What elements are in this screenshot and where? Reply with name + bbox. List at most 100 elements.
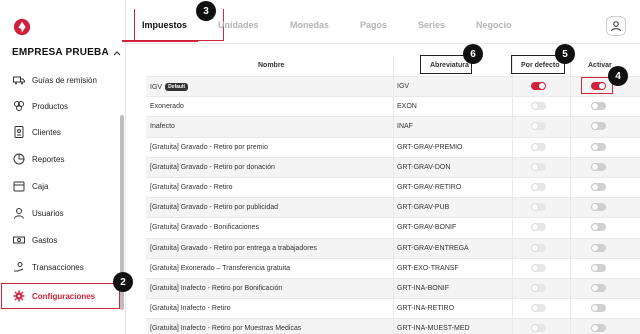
default-toggle[interactable] bbox=[531, 182, 546, 191]
default-toggle[interactable] bbox=[531, 82, 546, 90]
tax-name-text: IGV bbox=[150, 84, 163, 91]
sidebar: EMPRESA PRUEBA Guías de remisión Product… bbox=[0, 0, 126, 334]
tax-name: [Gratuita] Inafecto - Retiro por Muestra… bbox=[150, 325, 301, 332]
tax-name-text: [Gratuita] Gravado - Retiro por donación bbox=[150, 163, 275, 171]
company-name: EMPRESA PRUEBA bbox=[12, 47, 109, 58]
tax-name: Inafecto bbox=[150, 123, 175, 130]
column-divider bbox=[570, 56, 571, 334]
default-badge: Default bbox=[165, 83, 189, 91]
sidebar-item-gastos[interactable]: Gastos bbox=[0, 228, 120, 252]
default-toggle[interactable] bbox=[531, 203, 546, 212]
tab-label: Negocio bbox=[476, 20, 512, 30]
user-menu-button[interactable] bbox=[606, 16, 626, 36]
money-icon bbox=[13, 236, 25, 244]
active-toggle[interactable] bbox=[591, 182, 606, 191]
active-toggle[interactable] bbox=[591, 304, 606, 313]
sidebar-item-label: Transacciones bbox=[32, 262, 84, 272]
id-card-icon bbox=[14, 126, 24, 138]
tax-name-text: [Gratuita] Inafecto - Retiro por Muestra… bbox=[150, 325, 302, 333]
active-toggle[interactable] bbox=[591, 122, 606, 131]
default-toggle[interactable] bbox=[531, 223, 546, 232]
tax-name-text: [Gratuita] Gravado - Retiro por premio bbox=[150, 143, 268, 151]
configuraciones-highlight bbox=[1, 283, 120, 309]
tab-negocio[interactable]: Negocio bbox=[476, 20, 512, 30]
tab-monedas[interactable]: Monedas bbox=[290, 20, 329, 30]
sidebar-item-guias[interactable]: Guías de remisión bbox=[0, 68, 120, 92]
default-toggle[interactable] bbox=[531, 263, 546, 272]
sidebar-item-label: Guías de remisión bbox=[32, 75, 97, 85]
tax-abbreviation: GRT-INA-RETIRO bbox=[397, 305, 455, 313]
sidebar-item-label: Clientes bbox=[32, 127, 61, 137]
tab-pagos[interactable]: Pagos bbox=[360, 20, 387, 30]
default-toggle[interactable] bbox=[531, 304, 546, 313]
company-logo-icon[interactable] bbox=[13, 18, 31, 36]
tax-abbreviation: EXON bbox=[397, 103, 417, 111]
default-toggle[interactable] bbox=[531, 324, 546, 333]
tax-name: [Gratuita] Gravado - Retiro bbox=[150, 184, 232, 191]
tax-name: [Gratuita] Gravado - Retiro por entrega … bbox=[150, 245, 317, 252]
default-toggle[interactable] bbox=[531, 122, 546, 131]
active-toggle[interactable] bbox=[591, 324, 606, 333]
default-toggle[interactable] bbox=[531, 102, 546, 111]
active-toggle[interactable] bbox=[591, 243, 606, 252]
sidebar-item-label: Productos bbox=[32, 101, 69, 111]
active-toggle[interactable] bbox=[591, 162, 606, 171]
default-toggle[interactable] bbox=[531, 243, 546, 252]
default-toggle[interactable] bbox=[531, 142, 546, 151]
tab-series[interactable]: Series bbox=[418, 20, 445, 30]
active-toggle[interactable] bbox=[591, 263, 606, 272]
sidebar-item-label: Caja bbox=[32, 181, 49, 191]
tax-name: [Gratuita] Inafecto - Retiro por Bonific… bbox=[150, 285, 282, 292]
callout-badge: 5 bbox=[555, 44, 575, 64]
tax-name: Exonerado bbox=[150, 103, 184, 110]
tax-abbreviation: GRT-EXO-TRANSF bbox=[397, 264, 459, 272]
sidebar-item-caja[interactable]: Caja bbox=[0, 174, 120, 198]
tax-abbreviation: GRT-GRAV-PUB bbox=[397, 204, 450, 212]
company-selector[interactable]: EMPRESA PRUEBA bbox=[12, 47, 122, 58]
sidebar-item-label: Gastos bbox=[32, 235, 58, 245]
sidebar-item-clientes[interactable]: Clientes bbox=[0, 120, 120, 144]
tab-unidades[interactable]: Unidades bbox=[218, 20, 259, 30]
tax-name-text: [Gratuita] Gravado - Retiro bbox=[150, 183, 233, 191]
active-toggle[interactable] bbox=[591, 283, 606, 292]
active-toggle[interactable] bbox=[591, 223, 606, 232]
tax-abbreviation: GRT-GRAV-ENTREGA bbox=[397, 244, 469, 252]
tax-name-text: Exonerado bbox=[150, 103, 184, 111]
tax-abbreviation: GRT-INA-BONIF bbox=[397, 284, 449, 292]
active-tab-underline bbox=[122, 40, 198, 42]
tax-name-text: [Gratuita] Gravado - Retiro por publicid… bbox=[150, 204, 279, 212]
column-divider bbox=[393, 56, 394, 334]
tax-abbreviation: GRT-GRAV-PREMIO bbox=[397, 143, 463, 151]
header-nombre: Nombre bbox=[258, 62, 285, 69]
tab-label: Series bbox=[418, 20, 446, 30]
tax-name: [Gratuita] Exonerado – Transferencia gra… bbox=[150, 265, 290, 272]
active-toggle[interactable] bbox=[591, 142, 606, 151]
cash-register-icon bbox=[13, 181, 25, 192]
taxes-table: Nombre Abreviatura Por defecto Activar I… bbox=[146, 56, 640, 334]
tax-name: [Gratuita] Gravado - Retiro por publicid… bbox=[150, 204, 278, 211]
column-divider bbox=[512, 56, 513, 334]
pie-chart-icon bbox=[13, 153, 25, 165]
sidebar-item-usuarios[interactable]: Usuarios bbox=[0, 201, 120, 225]
sidebar-item-transacciones[interactable]: Transacciones bbox=[0, 255, 120, 279]
user-icon bbox=[14, 208, 24, 219]
default-toggle[interactable] bbox=[531, 162, 546, 171]
default-toggle[interactable] bbox=[531, 283, 546, 292]
callout-badge: 4 bbox=[608, 66, 628, 86]
active-toggle[interactable] bbox=[591, 203, 606, 212]
active-toggle[interactable] bbox=[591, 102, 606, 111]
tab-impuestos[interactable]: Impuestos bbox=[134, 9, 224, 41]
sidebar-item-productos[interactable]: Productos bbox=[0, 94, 120, 118]
tax-name: [Gratuita] Gravado - Retiro por premio bbox=[150, 144, 268, 151]
tax-name-text: [Gratuita] Gravado - Retiro por entrega … bbox=[150, 244, 317, 252]
tax-name: [Gratuita] Inafecto - Retiro bbox=[150, 305, 231, 312]
tax-abbreviation: GRT-INA-MUEST-MED bbox=[397, 325, 470, 333]
tax-name-text: [Gratuita] Inafecto - Retiro bbox=[150, 305, 231, 313]
tax-abbreviation: INAF bbox=[397, 123, 413, 131]
truck-icon bbox=[13, 76, 25, 85]
header-activar: Activar bbox=[588, 62, 612, 69]
tax-abbreviation: IGV bbox=[397, 83, 410, 90]
tax-abbreviation: GRT-GRAV-RETIRO bbox=[397, 183, 462, 191]
sidebar-item-reportes[interactable]: Reportes bbox=[0, 147, 120, 171]
boxes-icon bbox=[14, 101, 24, 111]
